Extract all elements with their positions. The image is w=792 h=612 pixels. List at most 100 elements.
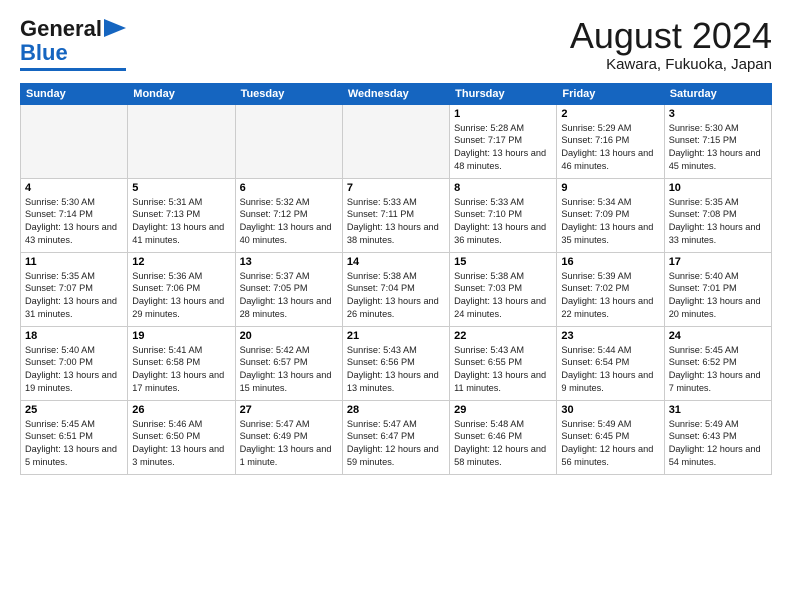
header-monday: Monday	[128, 83, 235, 104]
day-number: 31	[669, 404, 767, 416]
day-info: Sunrise: 5:46 AM Sunset: 6:50 PM Dayligh…	[132, 418, 230, 470]
day-info: Sunrise: 5:39 AM Sunset: 7:02 PM Dayligh…	[561, 270, 659, 322]
day-info: Sunrise: 5:29 AM Sunset: 7:16 PM Dayligh…	[561, 122, 659, 174]
calendar-location: Kawara, Fukuoka, Japan	[570, 56, 772, 73]
header-sunday: Sunday	[21, 83, 128, 104]
day-info: Sunrise: 5:43 AM Sunset: 6:56 PM Dayligh…	[347, 344, 445, 396]
day-number: 6	[240, 182, 338, 194]
calendar-title: August 2024	[570, 16, 772, 56]
day-info: Sunrise: 5:31 AM Sunset: 7:13 PM Dayligh…	[132, 196, 230, 248]
day-number: 25	[25, 404, 123, 416]
day-cell-w0-d2	[235, 104, 342, 178]
day-cell-w2-d2: 13 Sunrise: 5:37 AM Sunset: 7:05 PM Dayli…	[235, 252, 342, 326]
day-cell-w4-d5: 30 Sunrise: 5:49 AM Sunset: 6:45 PM Dayli…	[557, 400, 664, 474]
day-number: 24	[669, 330, 767, 342]
day-info: Sunrise: 5:49 AM Sunset: 6:43 PM Dayligh…	[669, 418, 767, 470]
day-number: 10	[669, 182, 767, 194]
day-number: 1	[454, 108, 552, 120]
day-number: 17	[669, 256, 767, 268]
day-cell-w1-d1: 5 Sunrise: 5:31 AM Sunset: 7:13 PM Daylig…	[128, 178, 235, 252]
day-cell-w3-d4: 22 Sunrise: 5:43 AM Sunset: 6:55 PM Dayli…	[450, 326, 557, 400]
day-info: Sunrise: 5:40 AM Sunset: 7:01 PM Dayligh…	[669, 270, 767, 322]
day-number: 20	[240, 330, 338, 342]
day-number: 5	[132, 182, 230, 194]
day-number: 26	[132, 404, 230, 416]
day-cell-w3-d1: 19Sunrise: 5:41 AM Sunset: 6:58 PM Dayli…	[128, 326, 235, 400]
day-info: Sunrise: 5:49 AM Sunset: 6:45 PM Dayligh…	[561, 418, 659, 470]
day-cell-w0-d1	[128, 104, 235, 178]
header: General Blue August 2024 Kawara, Fukuoka…	[20, 16, 772, 73]
week-row-2: 11 Sunrise: 5:35 AM Sunset: 7:07 PM Dayli…	[21, 252, 772, 326]
day-number: 23	[561, 330, 659, 342]
day-info: Sunrise: 5:45 AM Sunset: 6:52 PM Dayligh…	[669, 344, 767, 396]
day-info: Sunrise: 5:37 AM Sunset: 7:05 PM Dayligh…	[240, 270, 338, 322]
header-tuesday: Tuesday	[235, 83, 342, 104]
day-number: 8	[454, 182, 552, 194]
day-cell-w4-d3: 28 Sunrise: 5:47 AM Sunset: 6:47 PM Dayli…	[342, 400, 449, 474]
day-number: 9	[561, 182, 659, 194]
day-cell-w1-d3: 7Sunrise: 5:33 AM Sunset: 7:11 PM Daylig…	[342, 178, 449, 252]
day-cell-w2-d6: 17 Sunrise: 5:40 AM Sunset: 7:01 PM Dayli…	[664, 252, 771, 326]
header-wednesday: Wednesday	[342, 83, 449, 104]
title-block: August 2024 Kawara, Fukuoka, Japan	[570, 16, 772, 73]
day-number: 12	[132, 256, 230, 268]
day-cell-w4-d1: 26 Sunrise: 5:46 AM Sunset: 6:50 PM Dayli…	[128, 400, 235, 474]
day-cell-w2-d4: 15Sunrise: 5:38 AM Sunset: 7:03 PM Dayli…	[450, 252, 557, 326]
day-info: Sunrise: 5:28 AM Sunset: 7:17 PM Dayligh…	[454, 122, 552, 174]
day-number: 30	[561, 404, 659, 416]
day-info: Sunrise: 5:40 AM Sunset: 7:00 PM Dayligh…	[25, 344, 123, 396]
day-info: Sunrise: 5:35 AM Sunset: 7:07 PM Dayligh…	[25, 270, 123, 322]
day-cell-w0-d3	[342, 104, 449, 178]
day-cell-w4-d2: 27 Sunrise: 5:47 AM Sunset: 6:49 PM Dayli…	[235, 400, 342, 474]
day-info: Sunrise: 5:30 AM Sunset: 7:14 PM Dayligh…	[25, 196, 123, 248]
day-cell-w4-d6: 31 Sunrise: 5:49 AM Sunset: 6:43 PM Dayli…	[664, 400, 771, 474]
day-cell-w1-d4: 8Sunrise: 5:33 AM Sunset: 7:10 PM Daylig…	[450, 178, 557, 252]
day-cell-w1-d2: 6 Sunrise: 5:32 AM Sunset: 7:12 PM Daylig…	[235, 178, 342, 252]
day-number: 16	[561, 256, 659, 268]
day-info: Sunrise: 5:33 AM Sunset: 7:11 PM Dayligh…	[347, 196, 445, 248]
header-thursday: Thursday	[450, 83, 557, 104]
day-info: Sunrise: 5:32 AM Sunset: 7:12 PM Dayligh…	[240, 196, 338, 248]
day-cell-w2-d0: 11 Sunrise: 5:35 AM Sunset: 7:07 PM Dayli…	[21, 252, 128, 326]
day-info: Sunrise: 5:47 AM Sunset: 6:47 PM Dayligh…	[347, 418, 445, 470]
day-number: 19	[132, 330, 230, 342]
day-info: Sunrise: 5:48 AM Sunset: 6:46 PM Dayligh…	[454, 418, 552, 470]
day-cell-w2-d5: 16 Sunrise: 5:39 AM Sunset: 7:02 PM Dayli…	[557, 252, 664, 326]
header-saturday: Saturday	[664, 83, 771, 104]
weekday-header-row: Sunday Monday Tuesday Wednesday Thursday…	[21, 83, 772, 104]
day-cell-w3-d6: 24 Sunrise: 5:45 AM Sunset: 6:52 PM Dayli…	[664, 326, 771, 400]
day-info: Sunrise: 5:38 AM Sunset: 7:04 PM Dayligh…	[347, 270, 445, 322]
day-number: 28	[347, 404, 445, 416]
day-cell-w4-d4: 29 Sunrise: 5:48 AM Sunset: 6:46 PM Dayli…	[450, 400, 557, 474]
day-number: 22	[454, 330, 552, 342]
day-number: 14	[347, 256, 445, 268]
day-info: Sunrise: 5:34 AM Sunset: 7:09 PM Dayligh…	[561, 196, 659, 248]
day-cell-w2-d1: 12Sunrise: 5:36 AM Sunset: 7:06 PM Dayli…	[128, 252, 235, 326]
day-info: Sunrise: 5:42 AM Sunset: 6:57 PM Dayligh…	[240, 344, 338, 396]
day-number: 29	[454, 404, 552, 416]
day-cell-w1-d5: 9 Sunrise: 5:34 AM Sunset: 7:09 PM Daylig…	[557, 178, 664, 252]
day-number: 21	[347, 330, 445, 342]
day-info: Sunrise: 5:47 AM Sunset: 6:49 PM Dayligh…	[240, 418, 338, 470]
day-number: 4	[25, 182, 123, 194]
day-cell-w3-d0: 18 Sunrise: 5:40 AM Sunset: 7:00 PM Dayli…	[21, 326, 128, 400]
header-friday: Friday	[557, 83, 664, 104]
day-cell-w1-d6: 10Sunrise: 5:35 AM Sunset: 7:08 PM Dayli…	[664, 178, 771, 252]
week-row-3: 18 Sunrise: 5:40 AM Sunset: 7:00 PM Dayli…	[21, 326, 772, 400]
day-info: Sunrise: 5:44 AM Sunset: 6:54 PM Dayligh…	[561, 344, 659, 396]
logo: General Blue	[20, 16, 126, 71]
day-number: 3	[669, 108, 767, 120]
day-number: 11	[25, 256, 123, 268]
week-row-0: 1 Sunrise: 5:28 AM Sunset: 7:17 PM Daylig…	[21, 104, 772, 178]
day-number: 18	[25, 330, 123, 342]
day-cell-w2-d3: 14 Sunrise: 5:38 AM Sunset: 7:04 PM Dayli…	[342, 252, 449, 326]
logo-arrow-icon	[104, 19, 126, 37]
day-number: 27	[240, 404, 338, 416]
day-info: Sunrise: 5:38 AM Sunset: 7:03 PM Dayligh…	[454, 270, 552, 322]
day-info: Sunrise: 5:43 AM Sunset: 6:55 PM Dayligh…	[454, 344, 552, 396]
day-info: Sunrise: 5:45 AM Sunset: 6:51 PM Dayligh…	[25, 418, 123, 470]
day-number: 13	[240, 256, 338, 268]
page: General Blue August 2024 Kawara, Fukuoka…	[0, 0, 792, 485]
day-cell-w0-d5: 2Sunrise: 5:29 AM Sunset: 7:16 PM Daylig…	[557, 104, 664, 178]
day-cell-w3-d3: 21 Sunrise: 5:43 AM Sunset: 6:56 PM Dayli…	[342, 326, 449, 400]
